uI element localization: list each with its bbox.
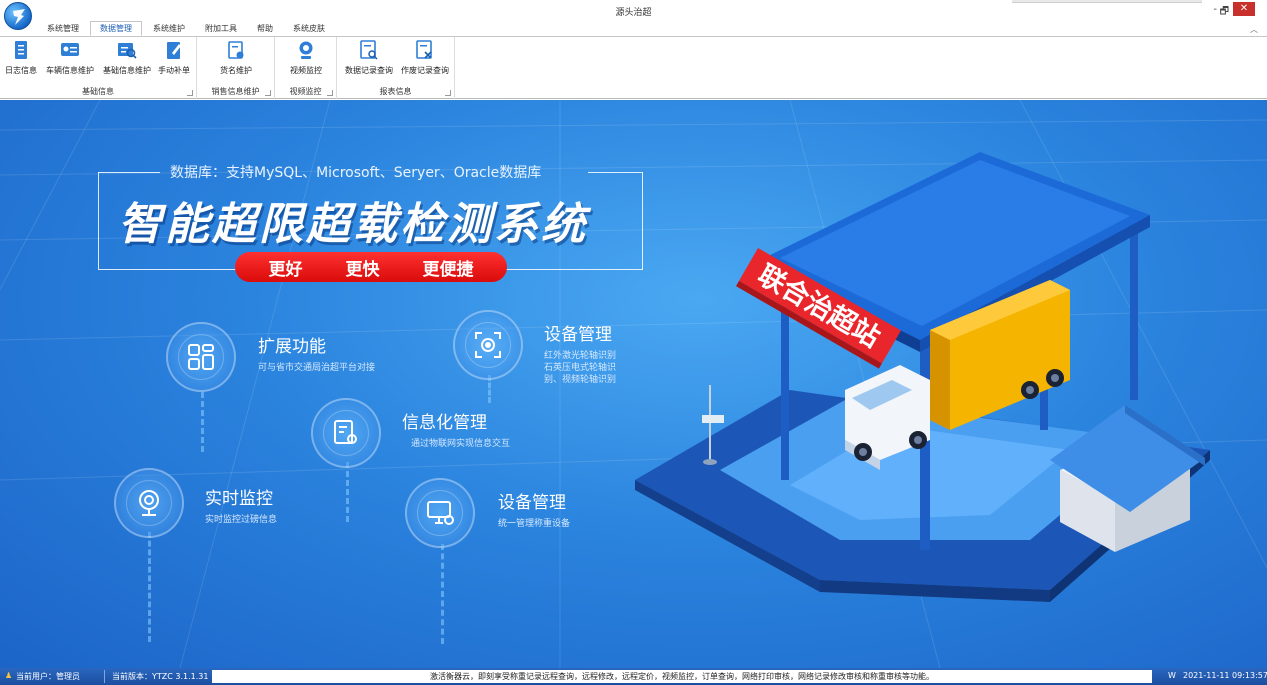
goods-maintain-button[interactable]: 货名维护	[216, 39, 256, 79]
mode-indicator: W	[1168, 671, 1176, 680]
group-label-sales: 销售信息维护	[211, 87, 260, 96]
feature-device-desc: 红外激光轮轴识别 石英压电式轮轴识 别、视频轮轴识别	[544, 351, 617, 385]
group-base-info: 日志信息 车辆信息维护 基础信息维护 手动补单 基础信息	[0, 37, 197, 99]
goods-maintain-label: 货名维护	[220, 66, 252, 75]
group-label-base-info: 基础信息	[82, 87, 114, 96]
feature-monitor-badge	[114, 468, 184, 538]
vehicle-card-icon	[60, 39, 80, 61]
feature-equipment-badge	[405, 478, 475, 548]
tab-help[interactable]: 帮助	[248, 22, 282, 36]
feature-device-badge	[453, 310, 523, 380]
log-info-label: 日志信息	[5, 66, 37, 75]
title-strip	[1012, 0, 1202, 3]
ribbon: 日志信息 车辆信息维护 基础信息维护 手动补单 基础信息 货名维护 销售信息维护…	[0, 36, 1267, 99]
tab-data-manage[interactable]: 数据管理	[90, 21, 142, 36]
group-video: 视频监控 视频监控	[275, 37, 337, 99]
group-launcher-icon[interactable]	[265, 90, 271, 96]
connector-line	[441, 544, 444, 644]
feature-equipment-desc: 统一管理称重设备	[498, 519, 571, 529]
current-version: 当前版本：YTZC 3.1.1.31	[112, 672, 209, 681]
status-bar: ♟ 当前用户：管理员 当前版本：YTZC 3.1.1.31 激活衡器云，即刻享受…	[0, 668, 1267, 685]
camera-icon	[296, 39, 316, 61]
goods-icon	[226, 39, 246, 61]
app-logo-icon[interactable]	[4, 2, 32, 30]
feature-extend-desc: 可与省市交通局治超平台对接	[258, 363, 376, 373]
log-icon	[11, 39, 31, 61]
record-query-label: 数据记录查询	[345, 66, 393, 75]
group-launcher-icon[interactable]	[187, 90, 193, 96]
vehicle-info-button[interactable]: 车辆信息维护	[44, 39, 96, 79]
tab-addon-tools[interactable]: 附加工具	[196, 22, 246, 36]
group-label-reports: 报表信息	[379, 87, 412, 96]
slogan-convenient: 更便捷	[422, 259, 474, 280]
tab-system-manage[interactable]: 系统管理	[38, 22, 88, 36]
feature-extend-badge	[166, 322, 236, 392]
minimize-button[interactable]: -	[1213, 4, 1217, 15]
log-info-button[interactable]: 日志信息	[4, 39, 38, 79]
video-monitor-label: 视频监控	[290, 66, 322, 75]
window-title: 源头治超	[615, 8, 652, 18]
base-info-label: 基础信息维护	[103, 66, 151, 75]
base-info-button[interactable]: 基础信息维护	[101, 39, 153, 79]
video-monitor-button[interactable]: 视频监控	[287, 39, 325, 79]
connector-line	[148, 532, 151, 642]
grid-apps-icon	[188, 344, 214, 370]
void-record-label: 作废记录查询	[401, 66, 449, 75]
connector-line	[346, 462, 349, 522]
base-info-icon	[117, 39, 137, 61]
close-button[interactable]: ✕	[1233, 2, 1255, 16]
restore-button[interactable]: 🗗	[1220, 4, 1229, 21]
void-record-button[interactable]: 作废记录查询	[399, 39, 451, 79]
record-query-button[interactable]: 数据记录查询	[343, 39, 395, 79]
tab-skin[interactable]: 系统皮肤	[284, 22, 334, 36]
webcam-icon	[139, 490, 159, 516]
group-sales-info: 货名维护 销售信息维护	[197, 37, 275, 99]
status-separator	[104, 670, 105, 683]
connector-line	[201, 392, 204, 452]
scan-target-icon	[475, 332, 501, 358]
system-title: 智能超限超载检测系统	[118, 199, 588, 250]
main-banner: 数据库：支持MySQL、Microsoft、Seryer、Oracle数据库 智…	[0, 100, 1267, 668]
weigh-station-illustration: 联合治超站	[635, 152, 1210, 602]
status-datetime: 2021-11-11 09:13:57	[1183, 671, 1267, 680]
feature-info-desc: 通过物联网实现信息交互	[411, 439, 511, 449]
manual-order-button[interactable]: 手动补单	[157, 39, 191, 79]
group-launcher-icon[interactable]	[327, 90, 333, 96]
feature-equipment-title: 设备管理	[498, 493, 566, 513]
vehicle-info-label: 车辆信息维护	[46, 66, 94, 75]
feature-monitor-title: 实时监控	[205, 489, 273, 509]
record-search-icon	[359, 39, 379, 61]
feature-info-badge	[311, 398, 381, 468]
tab-system-maintain[interactable]: 系统维护	[144, 22, 194, 36]
current-user: 当前用户：管理员	[16, 672, 80, 681]
title-bar: 源头治超 - 🗗 ✕	[0, 0, 1267, 22]
user-icon: ♟	[5, 671, 13, 680]
edit-doc-icon	[164, 39, 184, 61]
feature-device-title: 设备管理	[544, 325, 612, 345]
slogan-pill: 更好 更快 更便捷	[235, 252, 507, 282]
feature-monitor-desc: 实时监控过磅信息	[205, 515, 278, 525]
void-record-icon	[415, 39, 435, 61]
group-launcher-icon[interactable]	[445, 90, 451, 96]
feature-extend-title: 扩展功能	[258, 337, 326, 357]
activation-message[interactable]: 激活衡器云，即刻享受称重记录远程查询，远程修改，远程定价，视频监控，订单查询，网…	[212, 670, 1152, 683]
group-reports: 数据记录查询 作废记录查询 报表信息	[337, 37, 455, 99]
doc-gear-icon	[334, 420, 357, 444]
slogan-better: 更好	[268, 259, 303, 280]
collapse-ribbon-icon[interactable]: ︿	[1250, 24, 1258, 35]
monitor-gear-icon	[427, 501, 454, 525]
ribbon-tabs: 系统管理 数据管理 系统维护 附加工具 帮助 系统皮肤	[38, 21, 336, 36]
database-support-text: 数据库：支持MySQL、Microsoft、Seryer、Oracle数据库	[170, 165, 542, 181]
feature-info-title: 信息化管理	[402, 413, 487, 433]
slogan-faster: 更快	[345, 259, 380, 280]
manual-order-label: 手动补单	[158, 66, 190, 75]
